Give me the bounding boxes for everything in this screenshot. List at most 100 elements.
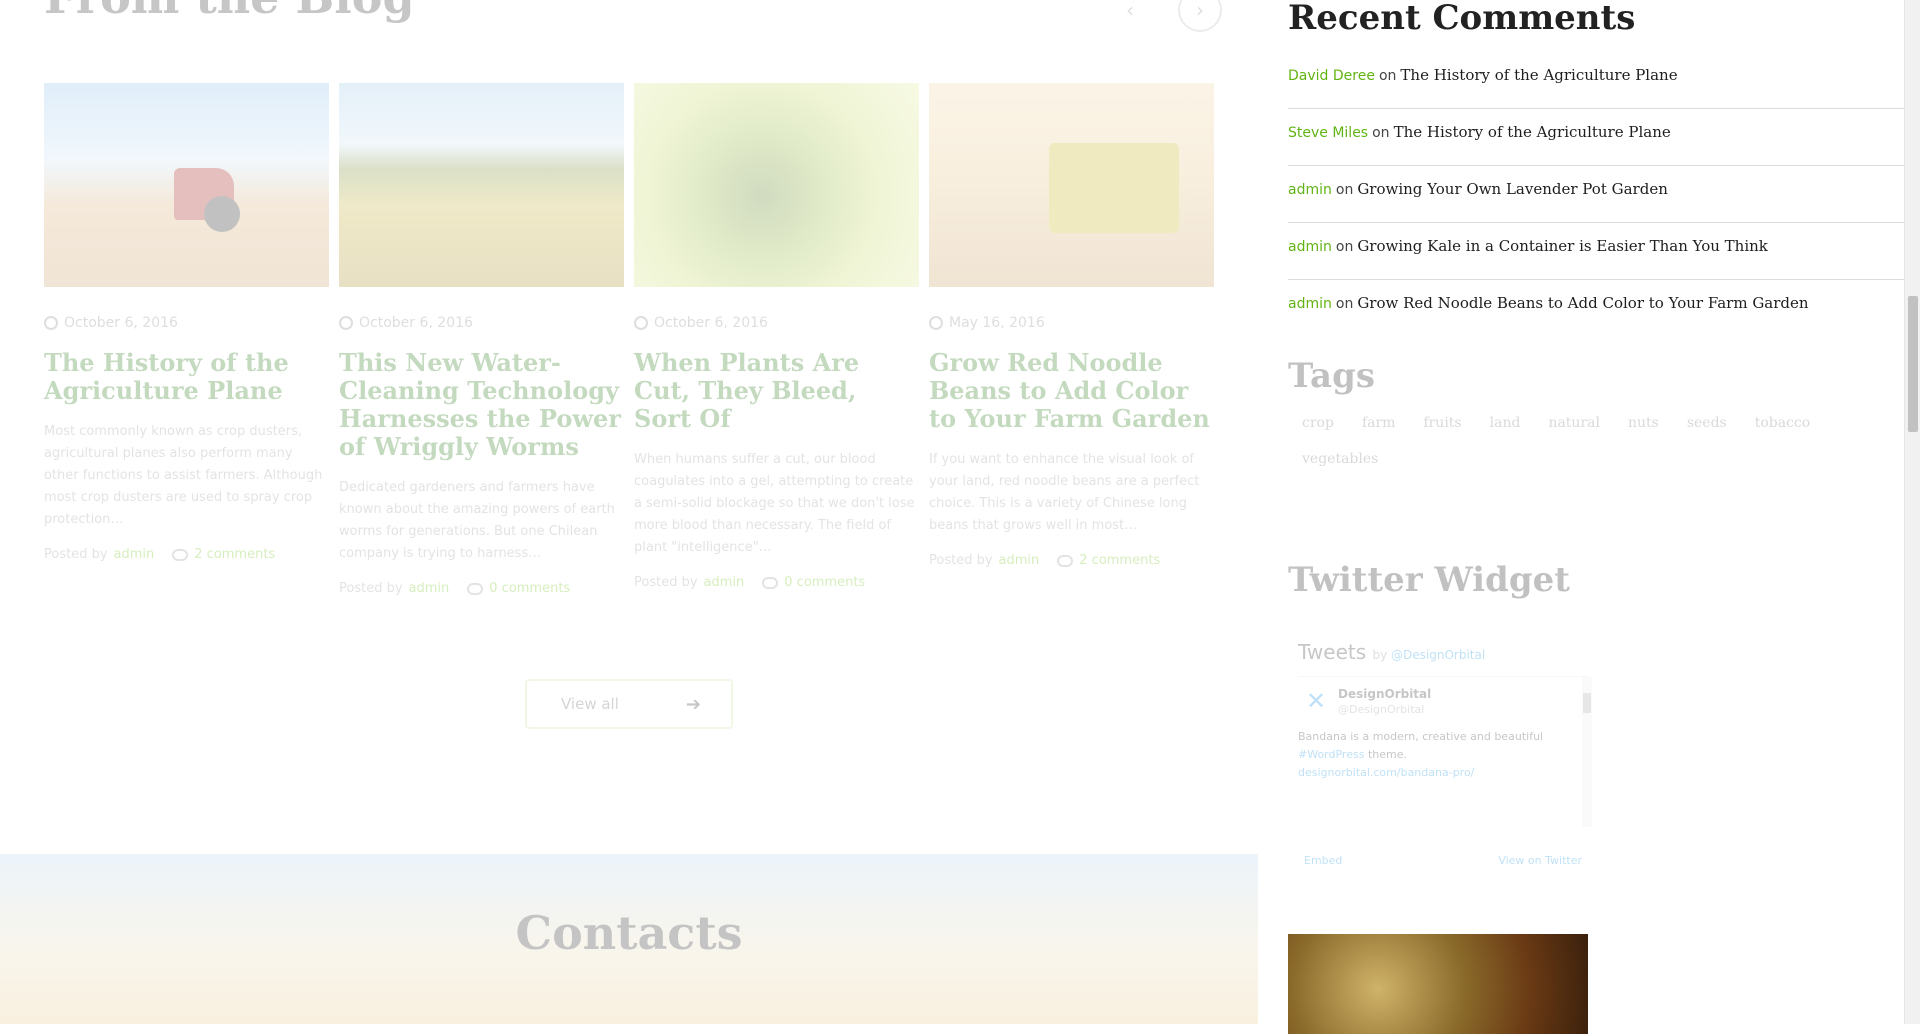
tag-list: crop farm fruits land natural nuts seeds… bbox=[1288, 412, 1904, 470]
arrow-right-icon: ➔ bbox=[685, 693, 701, 715]
comment-icon bbox=[467, 582, 484, 595]
comment-icon bbox=[1057, 554, 1074, 567]
posted-by-label: Posted by bbox=[634, 575, 698, 590]
tweets-header: Tweets by @DesignOrbital bbox=[1298, 640, 1598, 664]
comment-post-link[interactable]: Grow Red Noodle Beans to Add Color to Yo… bbox=[1357, 294, 1808, 312]
blog-card-comments[interactable]: 2 comments bbox=[194, 547, 275, 562]
blog-card-author[interactable]: admin bbox=[704, 575, 745, 590]
tweet-timeline[interactable]: ✕ DesignOrbital @DesignOrbital Bandana i… bbox=[1298, 676, 1592, 827]
blog-card-image[interactable] bbox=[44, 83, 329, 287]
tweet-body: Bandana is a modern, creative and beauti… bbox=[1298, 730, 1544, 743]
blog-card-date-text: May 16, 2016 bbox=[949, 315, 1045, 331]
blog-card-image[interactable] bbox=[929, 83, 1214, 287]
comment-author[interactable]: David Deree bbox=[1288, 68, 1375, 84]
tag-item[interactable]: seeds bbox=[1673, 412, 1741, 434]
sidebar-image bbox=[1288, 934, 1588, 1034]
tweet-scrollbar[interactable] bbox=[1582, 677, 1592, 827]
carousel-nav: ‹ › bbox=[1108, 0, 1222, 32]
blog-card: May 16, 2016 Grow Red Noodle Beans to Ad… bbox=[929, 83, 1214, 596]
blog-card-author[interactable]: admin bbox=[409, 581, 450, 596]
blog-card-date-text: October 6, 2016 bbox=[359, 315, 473, 331]
next-arrow-icon[interactable]: › bbox=[1178, 0, 1222, 32]
tweet-user-handle[interactable]: @DesignOrbital bbox=[1338, 703, 1588, 716]
twitter-embed: Tweets by @DesignOrbital ✕ DesignOrbital… bbox=[1298, 640, 1598, 880]
recent-comments-title: Recent Comments bbox=[1288, 0, 1636, 38]
blog-card-date: October 6, 2016 bbox=[634, 315, 919, 331]
posted-by-label: Posted by bbox=[339, 581, 403, 596]
tweet-text: Bandana is a modern, creative and beauti… bbox=[1298, 728, 1578, 782]
tractor-graphic bbox=[174, 168, 240, 232]
comment-author[interactable]: admin bbox=[1288, 182, 1332, 198]
blog-heading: From the Blog bbox=[44, 0, 415, 24]
comment-icon bbox=[172, 548, 189, 561]
comment-author[interactable]: admin bbox=[1288, 239, 1332, 255]
twitter-avatar-icon[interactable]: ✕ bbox=[1302, 687, 1330, 715]
tag-item[interactable]: tobacco bbox=[1741, 412, 1824, 434]
comment-author[interactable]: Steve Miles bbox=[1288, 125, 1368, 141]
tweet-url[interactable]: designorbital.com/bandana-pro/ bbox=[1298, 766, 1474, 779]
page-scrollbar[interactable] bbox=[1904, 0, 1920, 1024]
tag-item[interactable]: land bbox=[1476, 412, 1535, 434]
blog-card-comments[interactable]: 0 comments bbox=[784, 575, 865, 590]
tweet-hashtag[interactable]: #WordPress bbox=[1298, 748, 1364, 761]
blog-card: October 6, 2016 When Plants Are Cut, The… bbox=[634, 83, 919, 596]
blog-card-date-text: October 6, 2016 bbox=[64, 315, 178, 331]
comment-post-link[interactable]: Growing Your Own Lavender Pot Garden bbox=[1357, 180, 1668, 198]
comment-connector: on bbox=[1372, 125, 1390, 141]
blog-card-image[interactable] bbox=[339, 83, 624, 287]
tweets-by-label: by bbox=[1372, 648, 1388, 662]
comment-author[interactable]: admin bbox=[1288, 296, 1332, 312]
tag-item[interactable]: nuts bbox=[1614, 412, 1673, 434]
comment-icon bbox=[762, 576, 779, 589]
comment-post-link[interactable]: Growing Kale in a Container is Easier Th… bbox=[1357, 237, 1768, 255]
tweet-user-name[interactable]: DesignOrbital bbox=[1338, 687, 1588, 701]
posted-by-label: Posted by bbox=[44, 547, 108, 562]
contacts-title: Contacts bbox=[515, 906, 743, 960]
tag-item[interactable]: fruits bbox=[1409, 412, 1475, 434]
harvester-graphic bbox=[1049, 143, 1179, 233]
blog-card-date: October 6, 2016 bbox=[44, 315, 329, 331]
comment-post-link[interactable]: The History of the Agriculture Plane bbox=[1394, 123, 1671, 141]
clock-icon bbox=[929, 316, 943, 330]
blog-card-date: May 16, 2016 bbox=[929, 315, 1214, 331]
page-scroll-thumb[interactable] bbox=[1908, 296, 1918, 432]
prev-arrow-icon[interactable]: ‹ bbox=[1108, 0, 1152, 32]
comment-connector: on bbox=[1335, 239, 1354, 255]
twitter-widget-title: Twitter Widget bbox=[1288, 560, 1570, 600]
tag-item[interactable]: vegetables bbox=[1288, 448, 1392, 470]
embed-link[interactable]: Embed bbox=[1304, 854, 1342, 867]
tags-widget: Tags crop farm fruits land natural nuts … bbox=[1288, 356, 1904, 470]
twitter-footer: Embed View on Twitter bbox=[1298, 854, 1588, 867]
view-all-label: View all bbox=[561, 695, 619, 713]
blog-card-comments[interactable]: 2 comments bbox=[1079, 553, 1160, 568]
blog-card-title[interactable]: The History of the Agriculture Plane bbox=[44, 349, 329, 405]
comment-post-link[interactable]: The History of the Agriculture Plane bbox=[1400, 66, 1677, 84]
blog-card-date: October 6, 2016 bbox=[339, 315, 624, 331]
blog-card-title[interactable]: When Plants Are Cut, They Bleed, Sort Of bbox=[634, 349, 919, 433]
blog-card-meta: Posted by admin 2 comments bbox=[44, 547, 329, 562]
tweets-handle-link[interactable]: @DesignOrbital bbox=[1391, 648, 1485, 662]
blog-card-image[interactable] bbox=[634, 83, 919, 287]
posted-by-label: Posted by bbox=[929, 553, 993, 568]
tag-item[interactable]: crop bbox=[1288, 412, 1348, 434]
blog-card-meta: Posted by admin 0 comments bbox=[634, 575, 919, 590]
clock-icon bbox=[634, 316, 648, 330]
blog-card-author[interactable]: admin bbox=[999, 553, 1040, 568]
blog-card-title[interactable]: Grow Red Noodle Beans to Add Color to Yo… bbox=[929, 349, 1214, 433]
blog-card-date-text: October 6, 2016 bbox=[654, 315, 768, 331]
tags-title: Tags bbox=[1288, 356, 1375, 396]
recent-comments-list: David Deree on The History of the Agricult… bbox=[1288, 52, 1904, 337]
view-on-twitter-link[interactable]: View on Twitter bbox=[1498, 854, 1582, 867]
blog-card-meta: Posted by admin 2 comments bbox=[929, 553, 1214, 568]
tag-item[interactable]: farm bbox=[1348, 412, 1410, 434]
blog-card-author[interactable]: admin bbox=[114, 547, 155, 562]
view-all-button[interactable]: View all ➔ bbox=[525, 679, 733, 729]
tag-item[interactable]: natural bbox=[1534, 412, 1614, 434]
sidebar: Recent Comments David Deree on The History… bbox=[1288, 0, 1904, 1034]
blog-card-comments[interactable]: 0 comments bbox=[489, 581, 570, 596]
main-content: From the Blog ‹ › October 6, 2016 The Hi… bbox=[0, 0, 1258, 1024]
comment-connector: on bbox=[1335, 296, 1354, 312]
blog-card-title[interactable]: This New Water-Cleaning Technology Harne… bbox=[339, 349, 624, 461]
comment-connector: on bbox=[1378, 68, 1397, 84]
blog-card-meta: Posted by admin 0 comments bbox=[339, 581, 624, 596]
